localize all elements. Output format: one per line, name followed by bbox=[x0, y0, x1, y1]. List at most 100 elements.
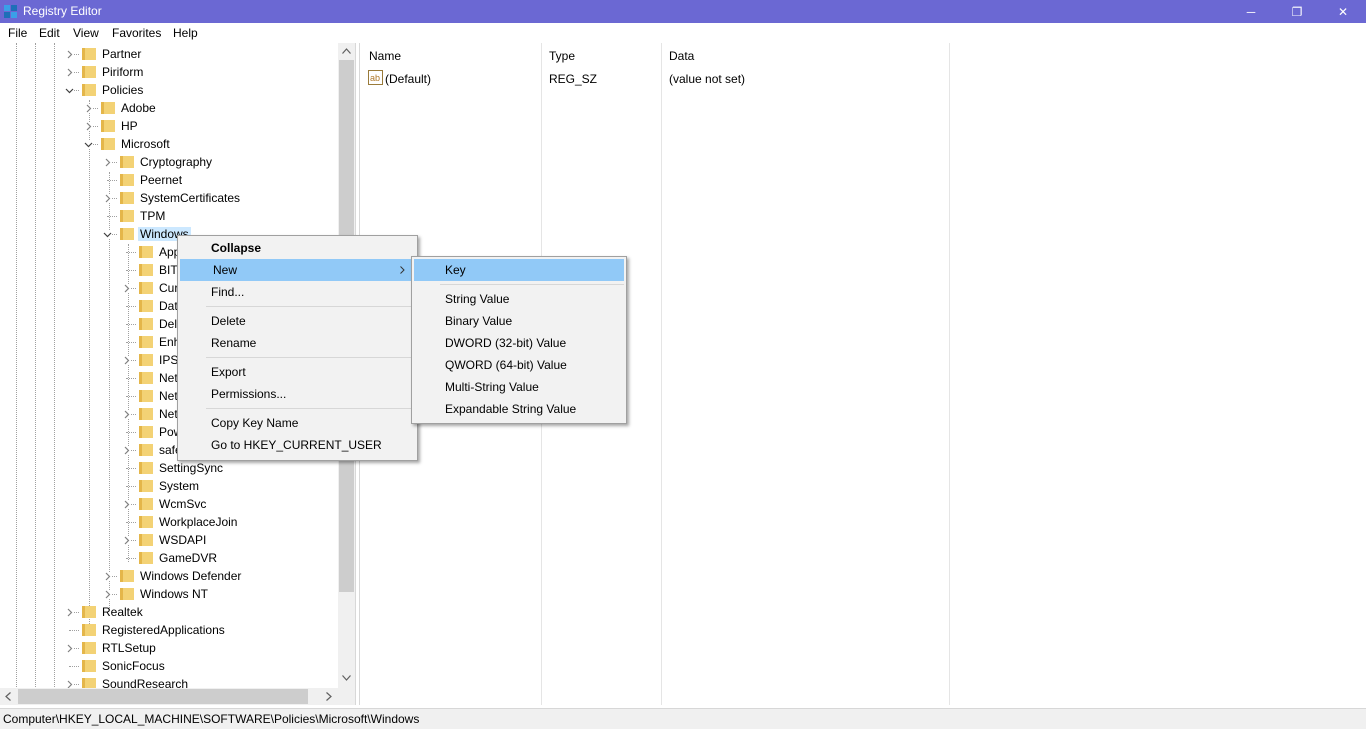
tree-node[interactable]: Cryptography bbox=[0, 153, 338, 171]
tree-guide-line bbox=[126, 468, 136, 469]
menu-item-collapse[interactable]: Collapse bbox=[178, 237, 417, 259]
tree-node[interactable]: Partner bbox=[0, 45, 338, 63]
tree-node[interactable]: WcmSvc bbox=[0, 495, 338, 513]
chevron-right-icon[interactable] bbox=[65, 50, 74, 59]
tree-guide-line bbox=[69, 630, 79, 631]
tree-node[interactable]: Policies bbox=[0, 81, 338, 99]
folder-icon bbox=[82, 84, 96, 96]
menu-item-qword-64-bit-value[interactable]: QWORD (64-bit) Value bbox=[412, 354, 626, 376]
menu-item-delete[interactable]: Delete bbox=[178, 310, 417, 332]
column-header-type[interactable]: Type bbox=[549, 49, 575, 63]
value-data: (value not set) bbox=[669, 72, 746, 86]
menu-item-copy-key-name[interactable]: Copy Key Name bbox=[178, 412, 417, 434]
scroll-right-icon[interactable] bbox=[326, 692, 332, 701]
menu-file[interactable]: File bbox=[8, 26, 27, 40]
menu-view[interactable]: View bbox=[73, 26, 99, 40]
tree-node-label: Policies bbox=[102, 83, 144, 97]
folder-icon bbox=[101, 120, 115, 132]
tree-node[interactable]: Piriform bbox=[0, 63, 338, 81]
chevron-down-icon[interactable] bbox=[103, 230, 112, 239]
scroll-left-icon[interactable] bbox=[5, 692, 11, 701]
chevron-right-icon[interactable] bbox=[103, 194, 112, 203]
column-header-name[interactable]: Name bbox=[369, 49, 401, 63]
menu-item-label: Find... bbox=[211, 285, 245, 299]
folder-icon bbox=[139, 264, 153, 276]
chevron-right-icon[interactable] bbox=[103, 590, 112, 599]
tree-node[interactable]: Adobe bbox=[0, 99, 338, 117]
tree-node[interactable]: RTLSetup bbox=[0, 639, 338, 657]
menu-favorites[interactable]: Favorites bbox=[112, 26, 161, 40]
folder-icon bbox=[120, 228, 134, 240]
menu-item-binary-value[interactable]: Binary Value bbox=[412, 310, 626, 332]
folder-icon bbox=[139, 408, 153, 420]
tree-node[interactable]: Realtek bbox=[0, 603, 338, 621]
scroll-down-icon[interactable] bbox=[342, 675, 351, 681]
tree-node[interactable]: Windows Defender bbox=[0, 567, 338, 585]
chevron-down-icon[interactable] bbox=[65, 86, 74, 95]
folder-icon bbox=[139, 462, 153, 474]
tree-horizontal-scrollbar[interactable] bbox=[0, 688, 338, 705]
chevron-right-icon[interactable] bbox=[122, 356, 131, 365]
chevron-right-icon[interactable] bbox=[84, 104, 93, 113]
tree-node[interactable]: RegisteredApplications bbox=[0, 621, 338, 639]
chevron-right-icon[interactable] bbox=[122, 410, 131, 419]
chevron-right-icon[interactable] bbox=[122, 536, 131, 545]
column-header-data[interactable]: Data bbox=[669, 49, 694, 63]
chevron-right-icon[interactable] bbox=[84, 122, 93, 131]
menu-item-new[interactable]: New bbox=[180, 259, 415, 281]
menu-item-label: New bbox=[213, 263, 238, 277]
tree-node[interactable]: HP bbox=[0, 117, 338, 135]
chevron-right-icon[interactable] bbox=[122, 500, 131, 509]
chevron-right-icon[interactable] bbox=[65, 68, 74, 77]
chevron-right-icon[interactable] bbox=[103, 158, 112, 167]
chevron-right-icon[interactable] bbox=[122, 446, 131, 455]
folder-icon bbox=[139, 336, 153, 348]
minimize-button[interactable]: ─ bbox=[1228, 0, 1274, 23]
scroll-up-icon[interactable] bbox=[342, 48, 351, 54]
tree-node[interactable]: System bbox=[0, 477, 338, 495]
menu-item-go-to-hkey-current-user[interactable]: Go to HKEY_CURRENT_USER bbox=[178, 434, 417, 456]
folder-icon bbox=[120, 210, 134, 222]
menu-edit[interactable]: Edit bbox=[39, 26, 60, 40]
tree-node[interactable]: Windows NT bbox=[0, 585, 338, 603]
tree-node[interactable]: SonicFocus bbox=[0, 657, 338, 675]
menu-item-find[interactable]: Find... bbox=[178, 281, 417, 303]
tree-node[interactable]: Microsoft bbox=[0, 135, 338, 153]
menu-item-rename[interactable]: Rename bbox=[178, 332, 417, 354]
chevron-right-icon[interactable] bbox=[65, 644, 74, 653]
column-divider[interactable] bbox=[949, 43, 950, 705]
menu-item-label: Export bbox=[211, 365, 246, 379]
chevron-right-icon[interactable] bbox=[122, 284, 131, 293]
menu-item-expandable-string-value[interactable]: Expandable String Value bbox=[412, 398, 626, 420]
tree-node[interactable]: TPM bbox=[0, 207, 338, 225]
status-bar: Computer\HKEY_LOCAL_MACHINE\SOFTWARE\Pol… bbox=[0, 708, 1366, 729]
close-button[interactable]: ✕ bbox=[1320, 0, 1366, 23]
folder-icon bbox=[139, 282, 153, 294]
tree-node-label: HP bbox=[121, 119, 138, 133]
tree-node[interactable]: SettingSync bbox=[0, 459, 338, 477]
tree-node-label: WSDAPI bbox=[159, 533, 207, 547]
chevron-right-icon bbox=[400, 266, 405, 274]
registry-editor-icon bbox=[4, 5, 17, 18]
tree-node[interactable]: SystemCertificates bbox=[0, 189, 338, 207]
tree-node[interactable]: GameDVR bbox=[0, 549, 338, 567]
chevron-right-icon[interactable] bbox=[65, 608, 74, 617]
menu-item-permissions[interactable]: Permissions... bbox=[178, 383, 417, 405]
chevron-down-icon[interactable] bbox=[84, 140, 93, 149]
tree-node[interactable]: Peernet bbox=[0, 171, 338, 189]
folder-icon bbox=[139, 354, 153, 366]
tree-node[interactable]: WSDAPI bbox=[0, 531, 338, 549]
column-divider[interactable] bbox=[661, 43, 662, 705]
menu-item-export[interactable]: Export bbox=[178, 361, 417, 383]
tree-guide-line bbox=[126, 306, 136, 307]
chevron-right-icon[interactable] bbox=[103, 572, 112, 581]
menu-item-string-value[interactable]: String Value bbox=[412, 288, 626, 310]
menu-item-multi-string-value[interactable]: Multi-String Value bbox=[412, 376, 626, 398]
scroll-thumb-horizontal[interactable] bbox=[18, 689, 308, 704]
menu-help[interactable]: Help bbox=[173, 26, 198, 40]
menu-item-key[interactable]: Key bbox=[414, 259, 624, 281]
tree-node[interactable]: WorkplaceJoin bbox=[0, 513, 338, 531]
tree-guide-line bbox=[126, 252, 136, 253]
maximize-button[interactable]: ❐ bbox=[1274, 0, 1320, 23]
menu-item-dword-32-bit-value[interactable]: DWORD (32-bit) Value bbox=[412, 332, 626, 354]
